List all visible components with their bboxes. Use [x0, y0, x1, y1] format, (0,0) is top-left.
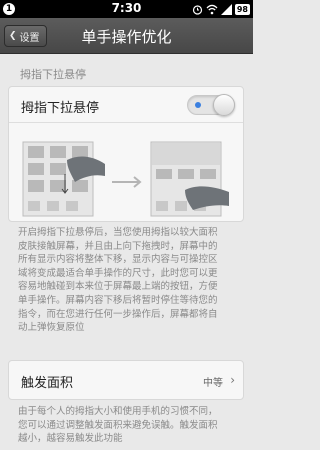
- description-line: 开启拇指下拉悬停后，当您使用拇指以较大面积: [18, 227, 218, 238]
- footnote-line: 越小，越容易触发此功能: [18, 433, 123, 445]
- thumb-pulldown-toggle[interactable]: [187, 94, 235, 116]
- trigger-area-label: 触发面积: [21, 376, 74, 391]
- footnote-line: 由于每个人的拇指大小和使用手机的习惯不同，: [18, 406, 218, 417]
- chevron-right-icon: ›: [230, 373, 235, 387]
- trigger-area-footnote: 由于每个人的拇指大小和使用手机的习惯不同， 您可以通过调整触发面积来避免误触。触…: [18, 405, 240, 446]
- description-line: 单手操作。屏幕内容下移后将暂时停住等待您的: [18, 294, 218, 306]
- description-line: 动上弹恢复原位: [18, 322, 85, 334]
- toggle-on-indicator: [195, 102, 201, 108]
- toggle-card: 拇指下拉悬停: [8, 86, 244, 222]
- section-header: 拇指下拉悬停: [20, 68, 86, 81]
- description-line: 域将变成最适合单手操作的尺寸，此时您可以更: [18, 267, 218, 279]
- trigger-area-value: 中等: [203, 378, 223, 389]
- signal-icon: [220, 3, 232, 15]
- trigger-area-card: 触发面积 中等 ›: [8, 360, 244, 400]
- battery-level: 98: [234, 3, 250, 15]
- toggle-knob: [213, 94, 235, 116]
- status-bar: 1 7:30 98: [0, 0, 253, 18]
- toggle-label: 拇指下拉悬停: [21, 101, 100, 116]
- arrow-right-icon: [112, 176, 142, 188]
- illustration: [22, 141, 229, 217]
- description-line: 指令，而在您进行任何一步操作后，屏幕都将自: [18, 308, 218, 320]
- page-title: 单手操作优化: [81, 28, 172, 46]
- alarm-icon: [192, 4, 202, 15]
- description-line: 所有显示内容将整体下移，显示内容与可操控区: [18, 254, 218, 266]
- phone-before-illustration: [22, 141, 105, 217]
- toggle-description: 开启拇指下拉悬停后，当您使用拇指以较大面积 皮肤接触屏幕，并且由上向下拖拽时，屏…: [18, 226, 240, 335]
- wifi-icon: [206, 4, 218, 14]
- trigger-area-row[interactable]: 触发面积 中等 ›: [9, 361, 243, 399]
- toggle-row[interactable]: 拇指下拉悬停: [9, 87, 243, 123]
- phone-after-illustration: [150, 141, 229, 217]
- footnote-line: 您可以通过调整触发面积来避免误触。触发面积: [18, 419, 218, 431]
- title-bar: ❮ 设置 单手操作优化: [0, 18, 253, 54]
- status-icons: 98: [192, 3, 250, 15]
- description-line: 容易地触碰到本来位于屏幕最上端的按钮，方便: [18, 281, 218, 293]
- description-line: 皮肤接触屏幕，并且由上向下拖拽时，屏幕中的: [18, 240, 218, 252]
